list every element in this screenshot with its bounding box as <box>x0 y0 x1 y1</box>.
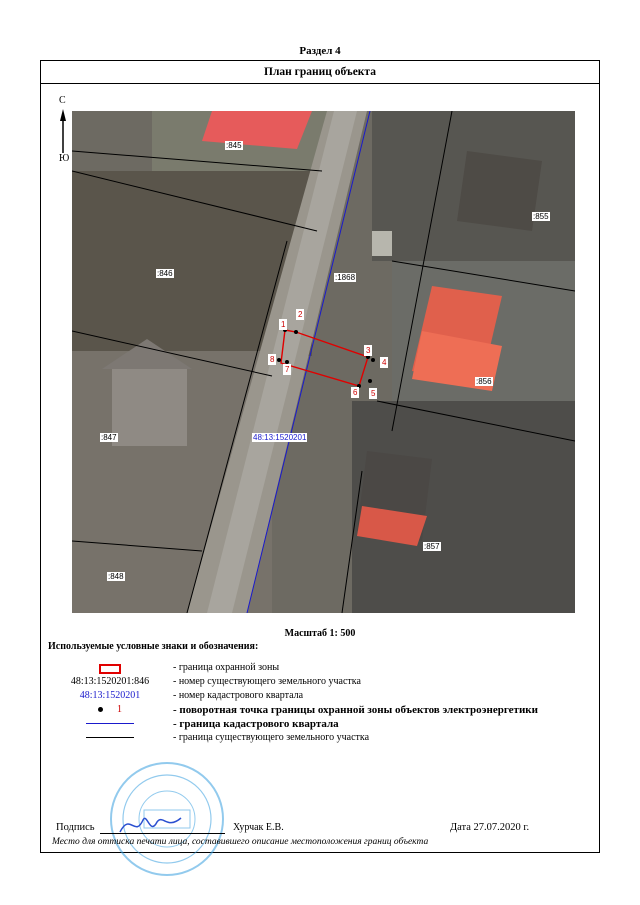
signature-label: Подпись <box>56 822 95 833</box>
signature-line <box>100 833 225 834</box>
signature-icon <box>119 817 182 833</box>
legend-text: - граница кадастрового квартала <box>173 718 339 730</box>
legend-parcel-line-symbol <box>58 732 162 746</box>
legend-quarter-symbol: 48:13:1520201 <box>79 690 141 701</box>
point-label-8: 8 <box>268 354 277 365</box>
signer-name: Хурчак Е.В. <box>233 822 284 833</box>
legend-row: 48:13:1520201 - номер кадастрового кварт… <box>0 690 600 704</box>
legend-text: - поворотная точка границы охранной зоны… <box>173 704 538 716</box>
legend-quarter-line-symbol <box>58 718 162 732</box>
satellite-map[interactable]: :845 :855 :846 :1868 :856 :847 :857 :848… <box>72 111 575 613</box>
point-label-4: 4 <box>380 357 389 368</box>
legend-point-symbol: 1 <box>58 704 162 718</box>
parcel-label: :857 <box>423 542 441 551</box>
date-label: Дата 27.07.2020 г. <box>450 822 530 833</box>
legend-row: 1 - поворотная точка границы охранной зо… <box>0 704 600 718</box>
legend-row: - граница существующего земельного участ… <box>0 732 600 746</box>
plan-header: План границ объекта <box>40 60 600 84</box>
parcel-label: :856 <box>475 377 493 386</box>
legend-text: - граница существующего земельного участ… <box>173 732 370 743</box>
legend-row: - граница охранной зоны <box>0 662 600 676</box>
point-dot-icon <box>98 707 103 713</box>
point-label-3: 3 <box>364 345 373 356</box>
legend-title: Используемые условные знаки и обозначени… <box>48 641 259 652</box>
point-label-6: 6 <box>351 387 360 398</box>
point-label-1: 1 <box>279 319 288 330</box>
legend-row: 48:13:1520201:846 - номер существующего … <box>0 676 600 690</box>
section-title: Раздел 4 <box>299 45 341 57</box>
point-label-2: 2 <box>296 309 305 320</box>
parcel-label: :847 <box>100 433 118 442</box>
parcel-label: :855 <box>532 212 550 221</box>
parcel-label: :845 <box>225 141 243 150</box>
legend-text: - граница охранной зоны <box>173 662 280 673</box>
legend-text: - номер существующего земельного участка <box>173 676 361 687</box>
compass-south-label: Ю <box>59 153 70 164</box>
point-label-5: 5 <box>369 388 378 399</box>
point-label-7: 7 <box>283 364 292 375</box>
legend-parcel-symbol: 48:13:1520201:846 <box>70 676 150 687</box>
parcel-label: :1868 <box>334 273 357 282</box>
scale-label: Масштаб 1: 500 <box>284 628 356 639</box>
parcel-label: :848 <box>107 572 125 581</box>
parcel-label: :846 <box>156 269 174 278</box>
stamp-note: Место для оттиска печати лица, составивш… <box>52 837 429 847</box>
legend-text: - номер кадастрового квартала <box>173 690 304 701</box>
legend-point-number: 1 <box>117 704 122 715</box>
map-imagery <box>72 111 575 613</box>
legend-row: - граница кадастрового квартала <box>0 718 600 732</box>
legend-zone-symbol <box>58 662 162 676</box>
quarter-label: 48:13:1520201 <box>252 433 308 442</box>
